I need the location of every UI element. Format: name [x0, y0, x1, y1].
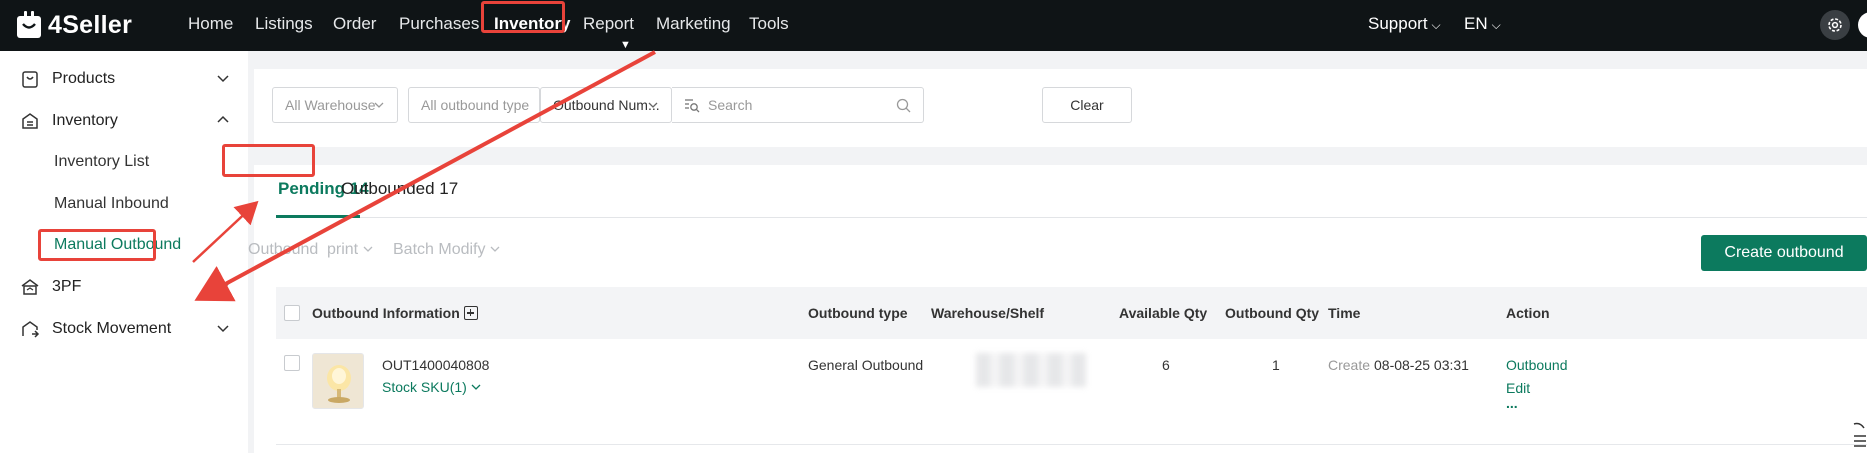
nav-marketing[interactable]: Marketing	[656, 14, 731, 34]
app-name: 4Seller	[48, 10, 133, 39]
sidebar-group-3pf[interactable]: 3PF	[20, 277, 230, 297]
sidebar-group-label: Stock Movement	[52, 320, 172, 337]
chevron-down-icon	[217, 75, 229, 83]
tab-divider	[276, 217, 1867, 218]
outbound-action-button[interactable]: Outbound	[248, 241, 318, 259]
row-more-actions[interactable]: ...	[1506, 395, 1518, 411]
nav-home[interactable]: Home	[188, 14, 233, 34]
chevron-down-icon	[374, 102, 384, 108]
batch-modify-label: Batch Modify	[393, 241, 486, 258]
stock-movement-icon	[22, 321, 40, 338]
column-header-label: Outbound Information	[312, 305, 460, 321]
search-field-select-value: Outbound Num...	[553, 97, 660, 113]
column-header-outbound-information: Outbound Information	[312, 305, 478, 321]
search-field-select[interactable]: Outbound Num...	[540, 87, 672, 123]
warehouse-select-value: All Warehouse	[285, 97, 376, 113]
lamp-product-image	[313, 354, 363, 408]
chevron-down-icon: ⌵	[1491, 18, 1501, 32]
outbound-qty-value: 1	[1272, 357, 1280, 373]
logo-bag-icon	[17, 11, 41, 38]
nav-order[interactable]: Order	[333, 14, 376, 34]
table-row: OUT1400040808 Stock SKU(1) General Outbo…	[276, 339, 1867, 445]
clear-button[interactable]: Clear	[1042, 87, 1132, 123]
time-value: 08-08-25 03:31	[1374, 357, 1469, 373]
chevron-down-icon	[648, 102, 658, 108]
sidebar-group-inventory[interactable]: Inventory	[20, 111, 230, 131]
chevron-down-icon	[490, 246, 500, 252]
highlight-box-pending-tab	[222, 144, 315, 177]
stock-sku-toggle[interactable]: Stock SKU(1)	[382, 379, 481, 395]
language-label: EN	[1464, 14, 1488, 33]
sidebar-group-stock-movement[interactable]: Stock Movement	[20, 319, 230, 339]
search-box[interactable]	[672, 87, 924, 123]
tab-outbounded[interactable]: Outbounded 17	[341, 179, 458, 199]
chevron-down-icon	[217, 325, 229, 333]
nav-listings[interactable]: Listings	[255, 14, 313, 34]
support-label: Support	[1368, 14, 1428, 33]
settings-button[interactable]	[1820, 10, 1850, 40]
outbound-list-card: Pending 14 Outbounded 17 Outbound print …	[222, 144, 1867, 453]
support-menu[interactable]: Support ⌵	[1368, 14, 1441, 34]
expand-plus-icon[interactable]	[463, 306, 478, 320]
column-header-available-qty: Available Qty	[1119, 305, 1208, 321]
print-menu[interactable]: print	[327, 241, 373, 259]
nav-tools[interactable]: Tools	[749, 14, 789, 34]
chevron-down-icon: ⌵	[1431, 18, 1441, 32]
redacted-warehouse-shelf	[976, 353, 1086, 387]
sidebar-group-label: Products	[52, 70, 116, 87]
outbound-type-value: General Outbound	[808, 357, 924, 373]
row-checkbox[interactable]	[284, 355, 300, 371]
product-box-icon	[22, 71, 38, 88]
highlight-box-manual-outbound	[38, 229, 156, 261]
warehouse-3pf-icon	[21, 279, 39, 295]
gear-icon	[1828, 18, 1842, 32]
sidebar: Products Inventory Inventory List Manual…	[0, 51, 248, 453]
select-all-checkbox[interactable]	[284, 305, 300, 321]
search-input[interactable]	[708, 97, 908, 113]
print-label: print	[327, 241, 359, 258]
row-edit-link[interactable]: Edit	[1506, 380, 1530, 396]
stock-sku-label: Stock SKU(1)	[382, 379, 467, 395]
column-header-outbound-type: Outbound type	[808, 305, 908, 321]
column-header-time: Time	[1328, 305, 1361, 321]
outbound-type-select-value: All outbound type	[421, 97, 530, 113]
caret-down-icon: ▼	[620, 39, 631, 51]
column-header-outbound-qty: Outbound Qty	[1225, 305, 1320, 321]
sidebar-group-products[interactable]: Products	[20, 69, 230, 89]
sidebar-group-label: 3PF	[52, 278, 82, 295]
inventory-icon	[22, 113, 38, 129]
warehouse-select[interactable]: All Warehouse	[272, 87, 398, 123]
active-tab-indicator	[276, 215, 360, 218]
time-label: Create	[1328, 357, 1371, 373]
product-thumbnail[interactable]	[312, 353, 364, 409]
language-menu[interactable]: EN ⌵	[1464, 14, 1501, 34]
table-header: Outbound Information Outbound type Wareh…	[276, 287, 1867, 339]
nav-report[interactable]: Report	[583, 14, 634, 34]
row-outbound-link[interactable]: Outbound	[1506, 357, 1568, 373]
batch-modify-menu[interactable]: Batch Modify	[393, 241, 500, 259]
filter-bar: All Warehouse All outbound type Outbound…	[254, 69, 1867, 147]
chevron-down-icon	[363, 246, 373, 252]
chevron-down-icon	[471, 384, 481, 390]
column-header-warehouse-shelf: Warehouse/Shelf	[931, 305, 1045, 321]
top-navigation-bar: 4Seller Home Listings Order Purchases In…	[0, 0, 1867, 51]
list-handle-icon[interactable]	[1852, 420, 1866, 450]
app-logo[interactable]: 4Seller	[16, 9, 132, 41]
highlight-box-inventory-nav	[481, 1, 565, 33]
outbound-type-select[interactable]: All outbound type	[408, 87, 540, 123]
available-qty-value: 6	[1162, 357, 1170, 373]
outbound-number[interactable]: OUT1400040808	[382, 357, 489, 373]
sidebar-item-manual-inbound[interactable]: Manual Inbound	[54, 195, 169, 213]
create-outbound-button[interactable]: Create outbound	[1701, 235, 1867, 271]
chevron-up-icon	[217, 115, 229, 123]
sidebar-group-label: Inventory	[52, 112, 118, 129]
search-icon[interactable]	[896, 98, 911, 113]
sidebar-item-inventory-list[interactable]: Inventory List	[54, 153, 149, 171]
nav-purchases[interactable]: Purchases	[399, 14, 479, 34]
list-search-icon	[685, 99, 700, 113]
chevron-down-icon	[217, 283, 229, 291]
column-header-action: Action	[1506, 305, 1550, 321]
avatar[interactable]	[1858, 12, 1867, 38]
